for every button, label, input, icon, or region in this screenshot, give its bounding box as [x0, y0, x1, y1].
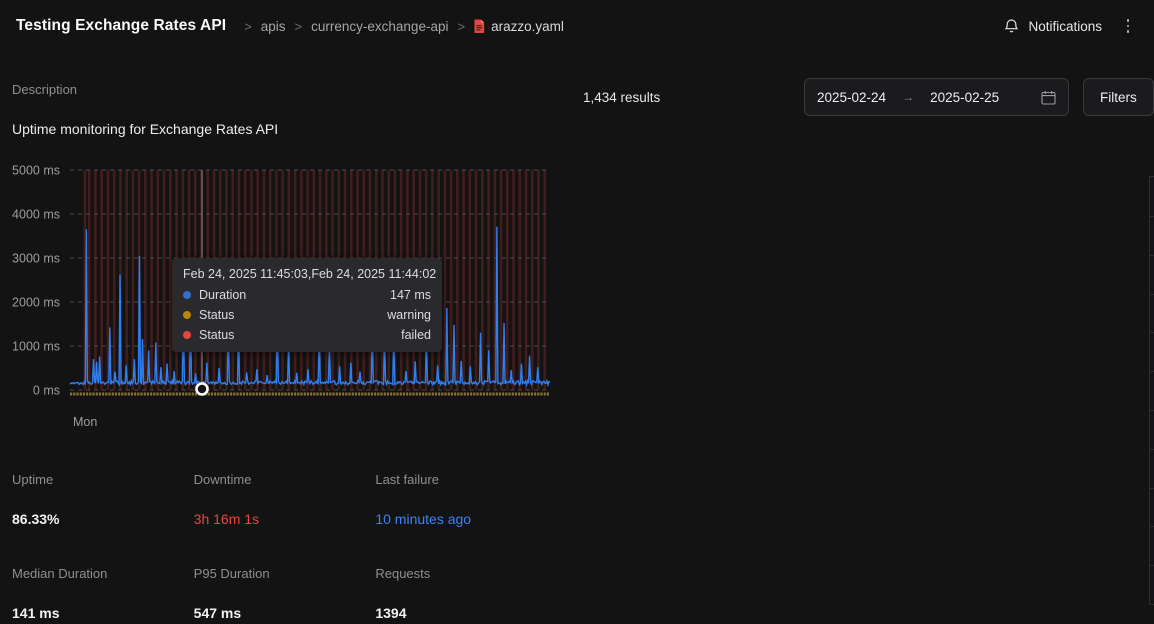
stat-value[interactable]: 10 minutes ago [375, 511, 557, 527]
results-table: Time Time (REL) Duration Requests [1149, 176, 1154, 605]
stat-label: P95 Duration [193, 566, 270, 581]
stat-label: Requests [375, 566, 431, 581]
date-from-value[interactable]: 2025-02-24 [817, 90, 886, 105]
failed-legend-dot [183, 331, 191, 339]
stat-uptime: Uptime 86.33% [12, 472, 194, 527]
breadcrumb-separator: > [294, 18, 303, 34]
cell-status [1150, 372, 1154, 410]
table-row[interactable]: February 25, 2025 07:09:036 minutes ago1… [1150, 411, 1154, 450]
cell-status [1150, 566, 1154, 604]
date-range-picker[interactable]: 2025-02-24 → 2025-02-25 [804, 78, 1069, 116]
yaml-file-icon [474, 19, 485, 33]
svg-text:2000 ms: 2000 ms [12, 296, 60, 310]
cell-status [1150, 333, 1154, 371]
page-header: Testing Exchange Rates API > apis > curr… [0, 0, 1154, 52]
tooltip-key: Duration [199, 288, 247, 302]
tooltip-value: warning [387, 308, 431, 322]
notifications-button[interactable]: Notifications [1004, 18, 1102, 34]
svg-text:3000 ms: 3000 ms [12, 252, 60, 266]
column-header-status [1150, 177, 1154, 216]
description-label: Description [12, 82, 78, 97]
stat-downtime: Downtime 3h 16m 1s [194, 472, 376, 527]
tooltip-row-duration: Duration 147 ms [183, 288, 431, 302]
table-row[interactable]: February 25, 2025 07:10:035 minutes ago2… [1150, 372, 1154, 411]
results-count: 1,434 results [583, 89, 661, 105]
breadcrumb-file-label: arazzo.yaml [491, 18, 564, 34]
notifications-label: Notifications [1028, 18, 1102, 34]
stat-label: Downtime [193, 472, 252, 487]
cell-status [1150, 217, 1154, 255]
stat-label: Median Duration [12, 566, 108, 581]
table-row[interactable]: February 25, 2025 07:13:022 minutes ago1… [1150, 256, 1154, 295]
cell-status [1150, 295, 1154, 333]
calendar-icon[interactable] [1041, 90, 1056, 105]
svg-text:0 ms: 0 ms [33, 384, 60, 398]
table-row[interactable]: February 25, 2025 07:07:028 minutes ago1… [1150, 489, 1154, 528]
right-panel: 1,434 results 2025-02-24 → 2025-02-25 Fi… [566, 52, 1154, 624]
bell-icon [1004, 18, 1019, 34]
date-to-value[interactable]: 2025-02-25 [930, 90, 999, 105]
breadcrumb-separator: > [457, 18, 466, 34]
description-value: Uptime monitoring for Exchange Rates API [12, 121, 279, 137]
breadcrumb: > apis > currency-exchange-api > arazzo.… [244, 19, 564, 34]
page-title: Testing Exchange Rates API [16, 17, 227, 34]
stat-median-duration: Median Duration 141 ms [12, 566, 194, 621]
tooltip-value: failed [401, 328, 431, 342]
stat-last-failure: Last failure 10 minutes ago [375, 472, 557, 527]
stats-row-2: Median Duration 141 ms P95 Duration 547 … [12, 566, 557, 621]
cell-status [1150, 489, 1154, 527]
stat-requests: Requests 1394 [375, 566, 557, 621]
table-body: February 25, 2025 07:14:02a minute ago17… [1150, 217, 1154, 605]
results-toolbar: 1,434 results 2025-02-24 → 2025-02-25 Fi… [583, 78, 1154, 116]
header-actions: Notifications [1004, 16, 1138, 36]
svg-text:Mon: Mon [73, 415, 97, 429]
tooltip-key: Status [199, 308, 235, 322]
table-row[interactable]: February 25, 2025 07:12:023 minutes ago1… [1150, 295, 1154, 334]
table-row[interactable]: February 25, 2025 07:14:02a minute ago17… [1150, 217, 1154, 256]
stats-grid: Uptime 86.33% Downtime 3h 16m 1s Last fa… [12, 472, 557, 621]
svg-text:4000 ms: 4000 ms [12, 208, 60, 222]
cell-status [1150, 450, 1154, 488]
breadcrumb-item-apis[interactable]: apis [261, 19, 286, 34]
stat-value: 141 ms [12, 605, 60, 621]
table-row[interactable]: February 25, 2025 07:11:044 minutes ago1… [1150, 333, 1154, 373]
stat-value: 3h 16m 1s [193, 511, 260, 527]
tooltip-title: Feb 24, 2025 11:45:03,Feb 24, 2025 11:44… [183, 267, 437, 281]
tooltip-value: 147 ms [390, 288, 431, 302]
breadcrumb-item-currency-exchange-api[interactable]: currency-exchange-api [311, 19, 448, 34]
svg-text:1000 ms: 1000 ms [12, 340, 60, 354]
stat-p95-duration: P95 Duration 547 ms [194, 566, 376, 621]
table-header-row: Time Time (REL) Duration Requests [1150, 177, 1154, 217]
stat-value: 1394 [375, 605, 407, 621]
chart-tooltip: Feb 24, 2025 11:45:03,Feb 24, 2025 11:44… [172, 258, 442, 352]
stats-row-1: Uptime 86.33% Downtime 3h 16m 1s Last fa… [12, 472, 557, 527]
breadcrumb-item-arazzo-yaml[interactable]: arazzo.yaml [474, 19, 564, 34]
table-row[interactable]: February 25, 2025 07:06:039 minutes ago1… [1150, 527, 1154, 567]
warning-legend-dot [183, 311, 191, 319]
tooltip-row-status-warning: Status warning [183, 308, 431, 322]
svg-text:5000 ms: 5000 ms [12, 164, 60, 178]
kebab-menu-icon[interactable] [1118, 16, 1138, 36]
date-range-arrow-icon: → [902, 90, 915, 104]
cell-status [1150, 411, 1154, 449]
stat-label: Last failure [375, 472, 439, 487]
stat-label: Uptime [12, 472, 54, 487]
cell-status [1150, 527, 1154, 565]
tooltip-key: Status [199, 328, 235, 342]
tooltip-row-status-failed: Status failed [183, 328, 431, 342]
cell-status [1150, 256, 1154, 294]
breadcrumb-separator: > [244, 18, 252, 34]
filters-button[interactable]: Filters [1083, 78, 1154, 116]
table-header: Time Time (REL) Duration Requests [1150, 177, 1154, 217]
table-row[interactable]: February 25, 2025 07:08:027 minutes ago1… [1150, 450, 1154, 489]
duration-legend-dot [183, 291, 191, 299]
stat-value: 86.33% [12, 511, 60, 527]
stat-value: 547 ms [193, 605, 242, 621]
uptime-monitoring-page: Testing Exchange Rates API > apis > curr… [0, 0, 1154, 624]
table-row[interactable]: February 25, 2025 07:05:0210 minutes ago… [1150, 566, 1154, 605]
left-panel: Description Uptime monitoring for Exchan… [0, 52, 566, 624]
